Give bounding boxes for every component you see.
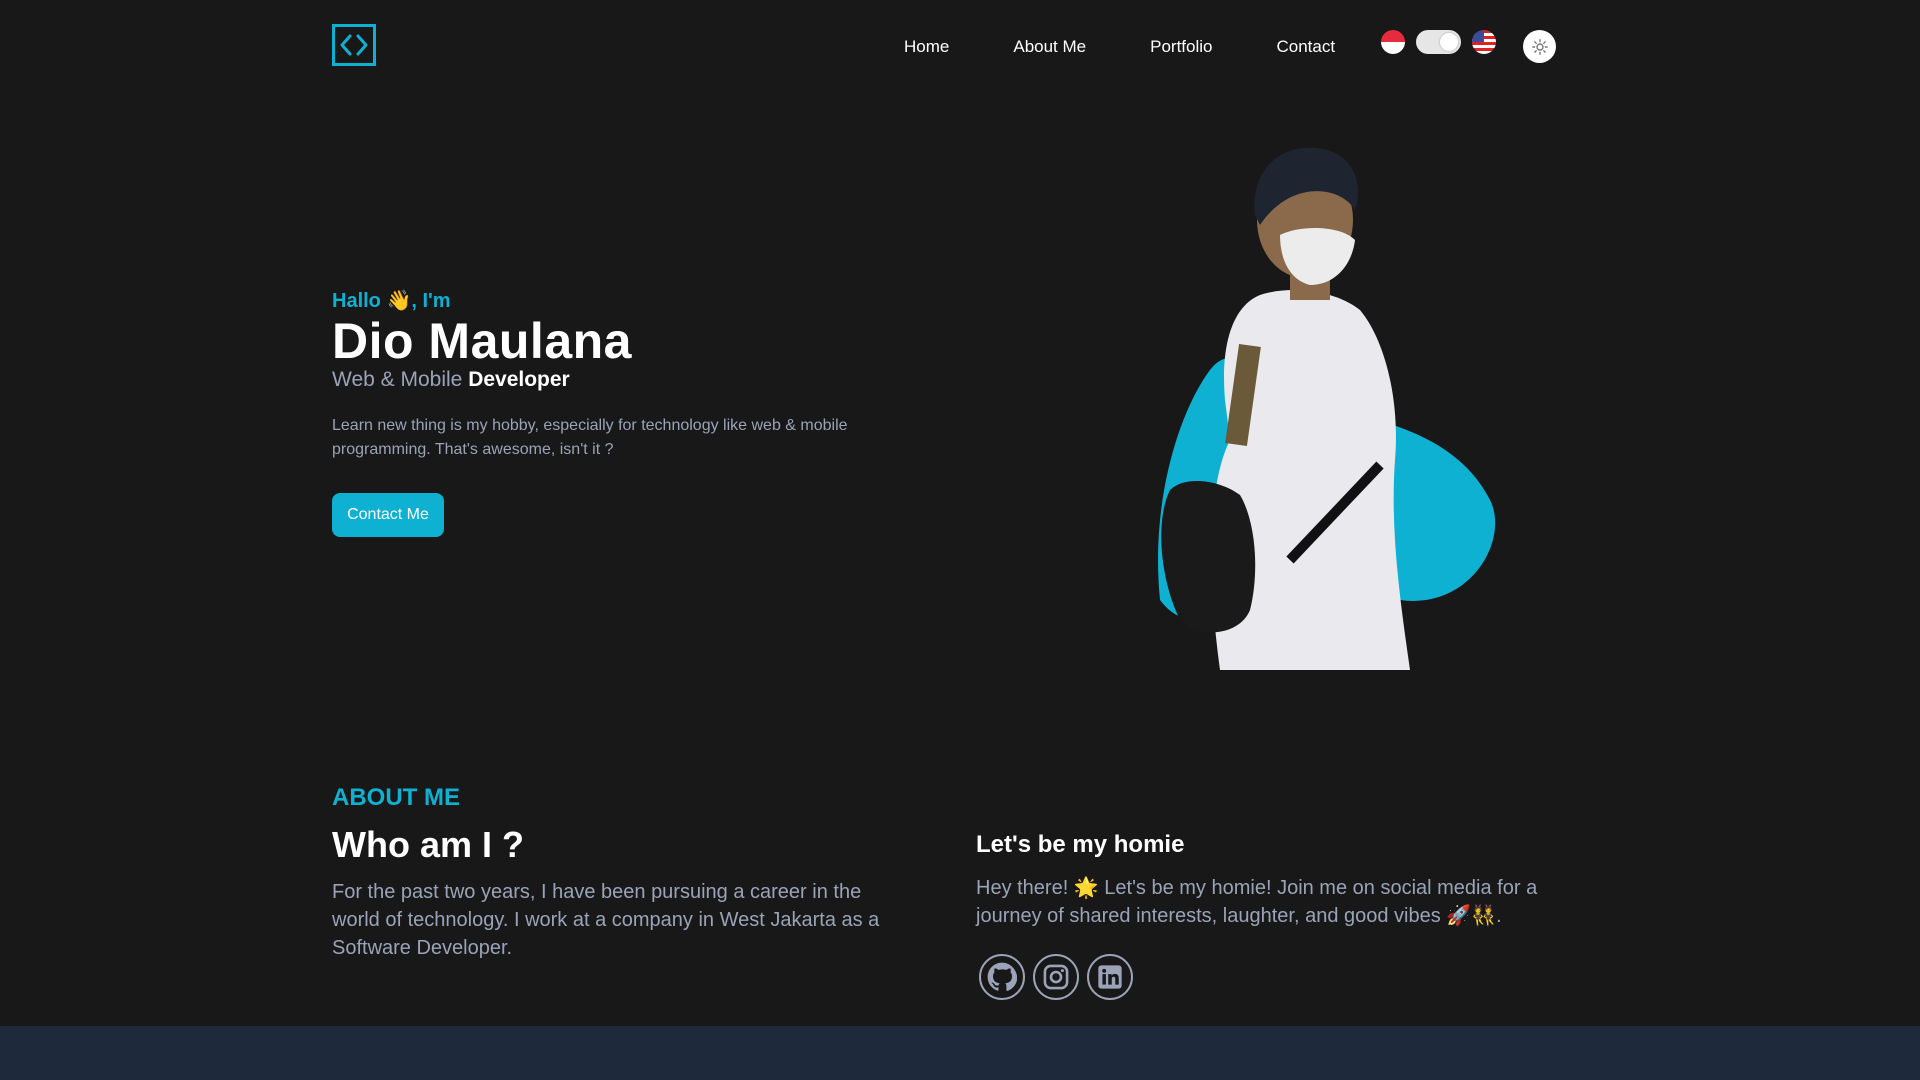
instagram-icon <box>1043 964 1069 990</box>
nav-home[interactable]: Home <box>904 37 949 57</box>
nav-portfolio[interactable]: Portfolio <box>1150 37 1212 57</box>
nav-links: Home About Me Portfolio Contact <box>904 37 1335 57</box>
language-switcher <box>1381 30 1496 54</box>
indonesia-flag-icon[interactable] <box>1381 30 1405 54</box>
code-brackets-icon <box>340 34 368 56</box>
about-title: Who am I ? <box>332 824 524 865</box>
usa-flag-icon[interactable] <box>1472 30 1496 54</box>
homie-text: Hey there! 🌟 Let's be my homie! Join me … <box>976 877 1538 927</box>
role-prefix: Web & Mobile <box>332 368 463 391</box>
theme-toggle-button[interactable] <box>1523 30 1556 63</box>
social-links <box>979 954 1141 1000</box>
homie-title: Let's be my homie <box>976 831 1185 858</box>
profile-photo <box>1158 147 1496 670</box>
hero-role: Web & Mobile Developer <box>332 368 570 392</box>
bag <box>1161 480 1256 633</box>
about-section-label: ABOUT ME <box>332 784 460 811</box>
role-highlight: Developer <box>468 368 570 391</box>
linkedin-link[interactable] <box>1087 954 1133 1000</box>
hero-greeting: Hallo 👋, I'm <box>332 290 451 312</box>
logo[interactable] <box>332 24 376 66</box>
hero-name: Dio Maulana <box>332 313 632 369</box>
sun-icon <box>1531 38 1548 55</box>
instagram-link[interactable] <box>1033 954 1079 1000</box>
hero-description: Learn new thing is my hobby, especially … <box>332 417 848 458</box>
github-link[interactable] <box>979 954 1025 1000</box>
linkedin-icon <box>1098 965 1122 989</box>
nav-about-me[interactable]: About Me <box>1013 37 1086 57</box>
language-toggle[interactable] <box>1416 30 1461 54</box>
next-section-band <box>0 1026 1920 1080</box>
contact-me-button[interactable]: Contact Me <box>332 493 444 537</box>
top-navbar: Home About Me Portfolio Contact <box>0 0 1920 92</box>
about-text: For the past two years, I have been purs… <box>332 881 880 959</box>
toggle-knob <box>1440 33 1458 51</box>
nav-contact[interactable]: Contact <box>1277 37 1336 57</box>
github-icon <box>987 962 1017 991</box>
